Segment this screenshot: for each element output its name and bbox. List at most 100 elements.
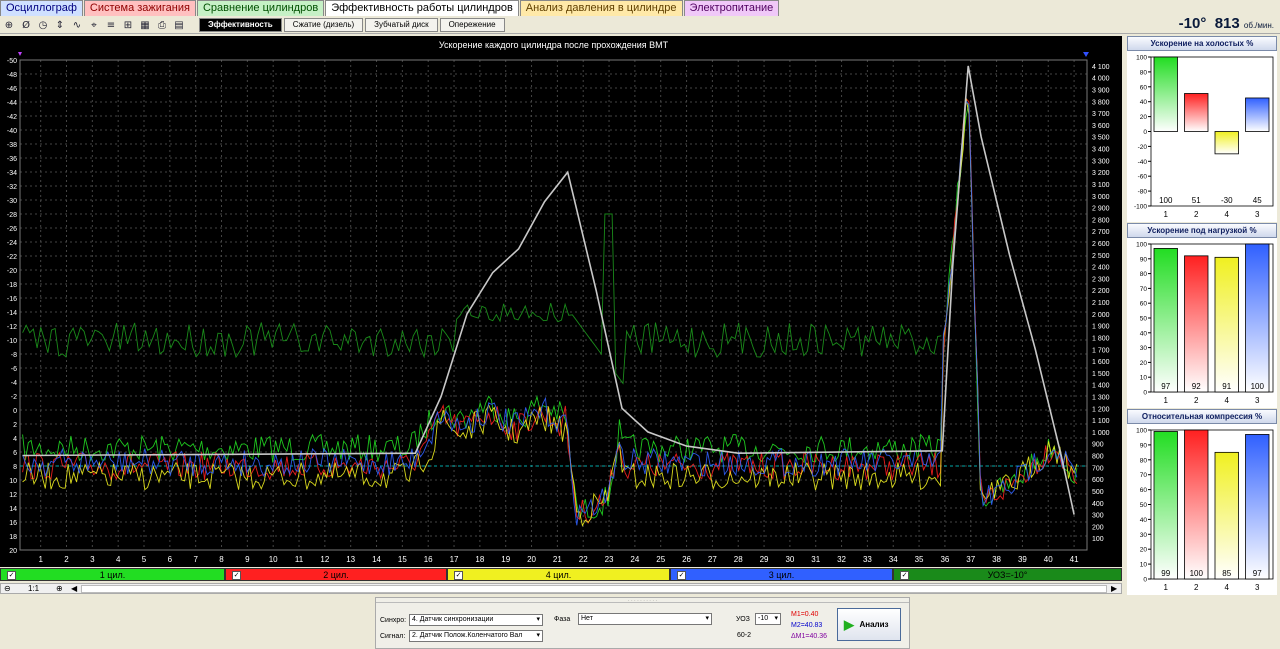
left-tick-label: -2 — [11, 394, 17, 401]
bar-category-label: 1 — [1164, 583, 1169, 592]
x-tick-label: 24 — [630, 555, 639, 564]
horizontal-scrollbar[interactable] — [81, 585, 1107, 593]
left-tick-label: 12 — [9, 492, 17, 499]
right-tick-label: 100 — [1092, 536, 1104, 543]
sync-select[interactable]: 4. Датчик синхронизации — [409, 614, 543, 626]
signal-label: Сигнал: — [380, 633, 406, 640]
bar-tick-label: 80 — [1140, 69, 1148, 76]
x-tick-label: 36 — [940, 555, 949, 564]
bar-4 — [1214, 131, 1239, 155]
bar-value-label: -30 — [1221, 196, 1233, 205]
clock-icon[interactable]: ◷ — [35, 18, 51, 33]
x-tick-label: 41 — [1070, 555, 1079, 564]
marker-icon[interactable]: ≡ — [103, 18, 119, 33]
right-tick-label: 3 600 — [1092, 123, 1110, 130]
zoom-out-icon[interactable]: ⊖ — [4, 584, 11, 593]
bar-1 — [1153, 56, 1178, 132]
filter-icon[interactable]: ∿ — [69, 18, 85, 33]
cursor-icon[interactable]: ⌖ — [86, 18, 102, 33]
subtab-1[interactable]: Сжатие (дизель) — [283, 18, 364, 32]
right-tick-label: 1 500 — [1092, 371, 1110, 378]
channel-toggle-1[interactable]: ✓ 2 цил. — [225, 568, 447, 581]
bar-tick-label: 100 — [1136, 55, 1147, 62]
bar-tick-label: 0 — [1143, 390, 1147, 397]
x-tick-label: 10 — [269, 555, 278, 564]
channel-label: 2 цил. — [323, 570, 349, 580]
tab-1[interactable]: Система зажигания — [83, 0, 196, 16]
subtab-0[interactable]: Эффективность — [199, 18, 282, 32]
toolbar: ⊕ Ø ◷ ⇕ ∿ ⌖ ≡ ⊞ ▦ ⎙ ▤ Эффективность Сжатие (дизель)… — [0, 17, 1280, 34]
teeth-label: 60-2 — [737, 632, 752, 639]
scroll-left-icon[interactable]: ◀ — [71, 584, 77, 593]
right-tick-label: 3 800 — [1092, 99, 1110, 106]
tab-5[interactable]: Электропитание — [683, 0, 780, 16]
print-icon[interactable]: ⎙ — [154, 18, 170, 33]
export-icon[interactable]: ▤ — [171, 18, 187, 33]
left-tick-label: -28 — [7, 212, 17, 219]
right-tick-label: 3 500 — [1092, 135, 1110, 142]
right-tick-label: 2 600 — [1092, 241, 1110, 248]
bar-4 — [1214, 451, 1239, 580]
tab-4[interactable]: Анализ давления в цилиндре — [519, 0, 683, 16]
right-tick-label: 1 600 — [1092, 359, 1110, 366]
channel-toggle-3[interactable]: ✓ 3 цил. — [670, 568, 893, 581]
tab-0[interactable]: Осциллограф — [0, 0, 83, 16]
scroll-right-icon[interactable]: ▶ — [1111, 584, 1117, 593]
channel-toggle-0[interactable]: ✓ 1 цил. — [0, 568, 225, 581]
channel-label: 3 цил. — [768, 570, 795, 580]
bar-tick-label: 100 — [1136, 428, 1147, 435]
left-tick-label: 16 — [9, 520, 17, 527]
rpm-curve — [22, 65, 1075, 515]
subtab-2[interactable]: Зубчатый диск — [365, 18, 438, 32]
channel-toggle-4[interactable]: ✓ УОЗ=-10° — [893, 568, 1122, 581]
x-tick-label: 22 — [579, 555, 588, 564]
x-tick-label: 31 — [811, 555, 820, 564]
bar-tick-label: 100 — [1136, 242, 1147, 249]
checkbox-icon[interactable]: ✓ — [232, 571, 241, 580]
zoom-icon[interactable]: ⊕ — [1, 18, 17, 33]
grid-icon[interactable]: ▦ — [137, 18, 153, 33]
bar-tick-label: 20 — [1140, 114, 1148, 121]
analysis-controls: · · · · · · · · · · Синхро: 4. Датчик си… — [375, 597, 910, 649]
channel-toggle-2[interactable]: ✓ 4 цил. — [447, 568, 670, 581]
analyze-button[interactable]: ▶ Анализ — [837, 608, 901, 641]
left-tick-label: 18 — [9, 534, 17, 541]
checkbox-icon[interactable]: ✓ — [900, 571, 909, 580]
plot-frame — [19, 59, 1088, 551]
phase-select[interactable]: Нет — [578, 613, 712, 625]
right-tick-label: 1 100 — [1092, 418, 1110, 425]
reference-icon[interactable]: ⊞ — [120, 18, 136, 33]
bar-2 — [1184, 255, 1209, 393]
bar-tick-label: 20 — [1140, 547, 1148, 554]
x-tick-label: 3 — [90, 555, 95, 564]
results-panel: Ускорение на холостых % 100 80 60 40 20 0 -20 -4… — [1124, 36, 1280, 596]
tab-2[interactable]: Сравнение цилиндров — [196, 0, 325, 16]
marker-m2-icon[interactable] — [1083, 52, 1089, 57]
marker-m1-icon[interactable] — [18, 52, 22, 56]
collapse-handle[interactable]: · · · · · · · · · · — [376, 598, 909, 604]
bar-chart: 100 80 60 40 20 0 -20 -40 -60 -80 -100 100 1 51 2 -30 4 4… — [1134, 55, 1274, 219]
bar-tick-label: 40 — [1140, 99, 1148, 106]
acceleration-chart[interactable]: Ускорение каждого цилиндра после прохожд… — [0, 36, 1122, 567]
right-tick-label: 4 100 — [1092, 64, 1110, 71]
x-tick-label: 16 — [424, 555, 433, 564]
trace-uoz — [22, 213, 942, 385]
subtab-3[interactable]: Опережение — [439, 18, 505, 32]
checkbox-icon[interactable]: ✓ — [677, 571, 686, 580]
zoom-in-icon[interactable]: ⊕ — [56, 584, 63, 593]
tab-3[interactable]: Эффективность работы цилиндров — [325, 0, 519, 16]
main-tabs: Осциллограф Система зажигания Сравнение ци… — [0, 0, 780, 16]
bar-tick-label: 30 — [1140, 532, 1148, 539]
time-icon[interactable]: Ø — [18, 18, 34, 33]
checkbox-icon[interactable]: ✓ — [7, 571, 16, 580]
bar-panel-1: Ускорение под нагрузкой % 100 90 80 70 60 50 40… — [1127, 223, 1277, 408]
scale-icon[interactable]: ⇕ — [52, 18, 68, 33]
uoz-spinner[interactable]: -10 — [755, 613, 781, 625]
bar-tick-label: -40 — [1138, 159, 1148, 166]
angle-value: -10° — [1178, 15, 1207, 32]
checkbox-icon[interactable]: ✓ — [454, 571, 463, 580]
right-tick-label: 2 900 — [1092, 206, 1110, 213]
signal-select[interactable]: 2. Датчик Полож.Коленчатого Вал — [409, 630, 543, 642]
bar-value-label: 85 — [1222, 569, 1231, 578]
bar-1 — [1153, 431, 1178, 580]
